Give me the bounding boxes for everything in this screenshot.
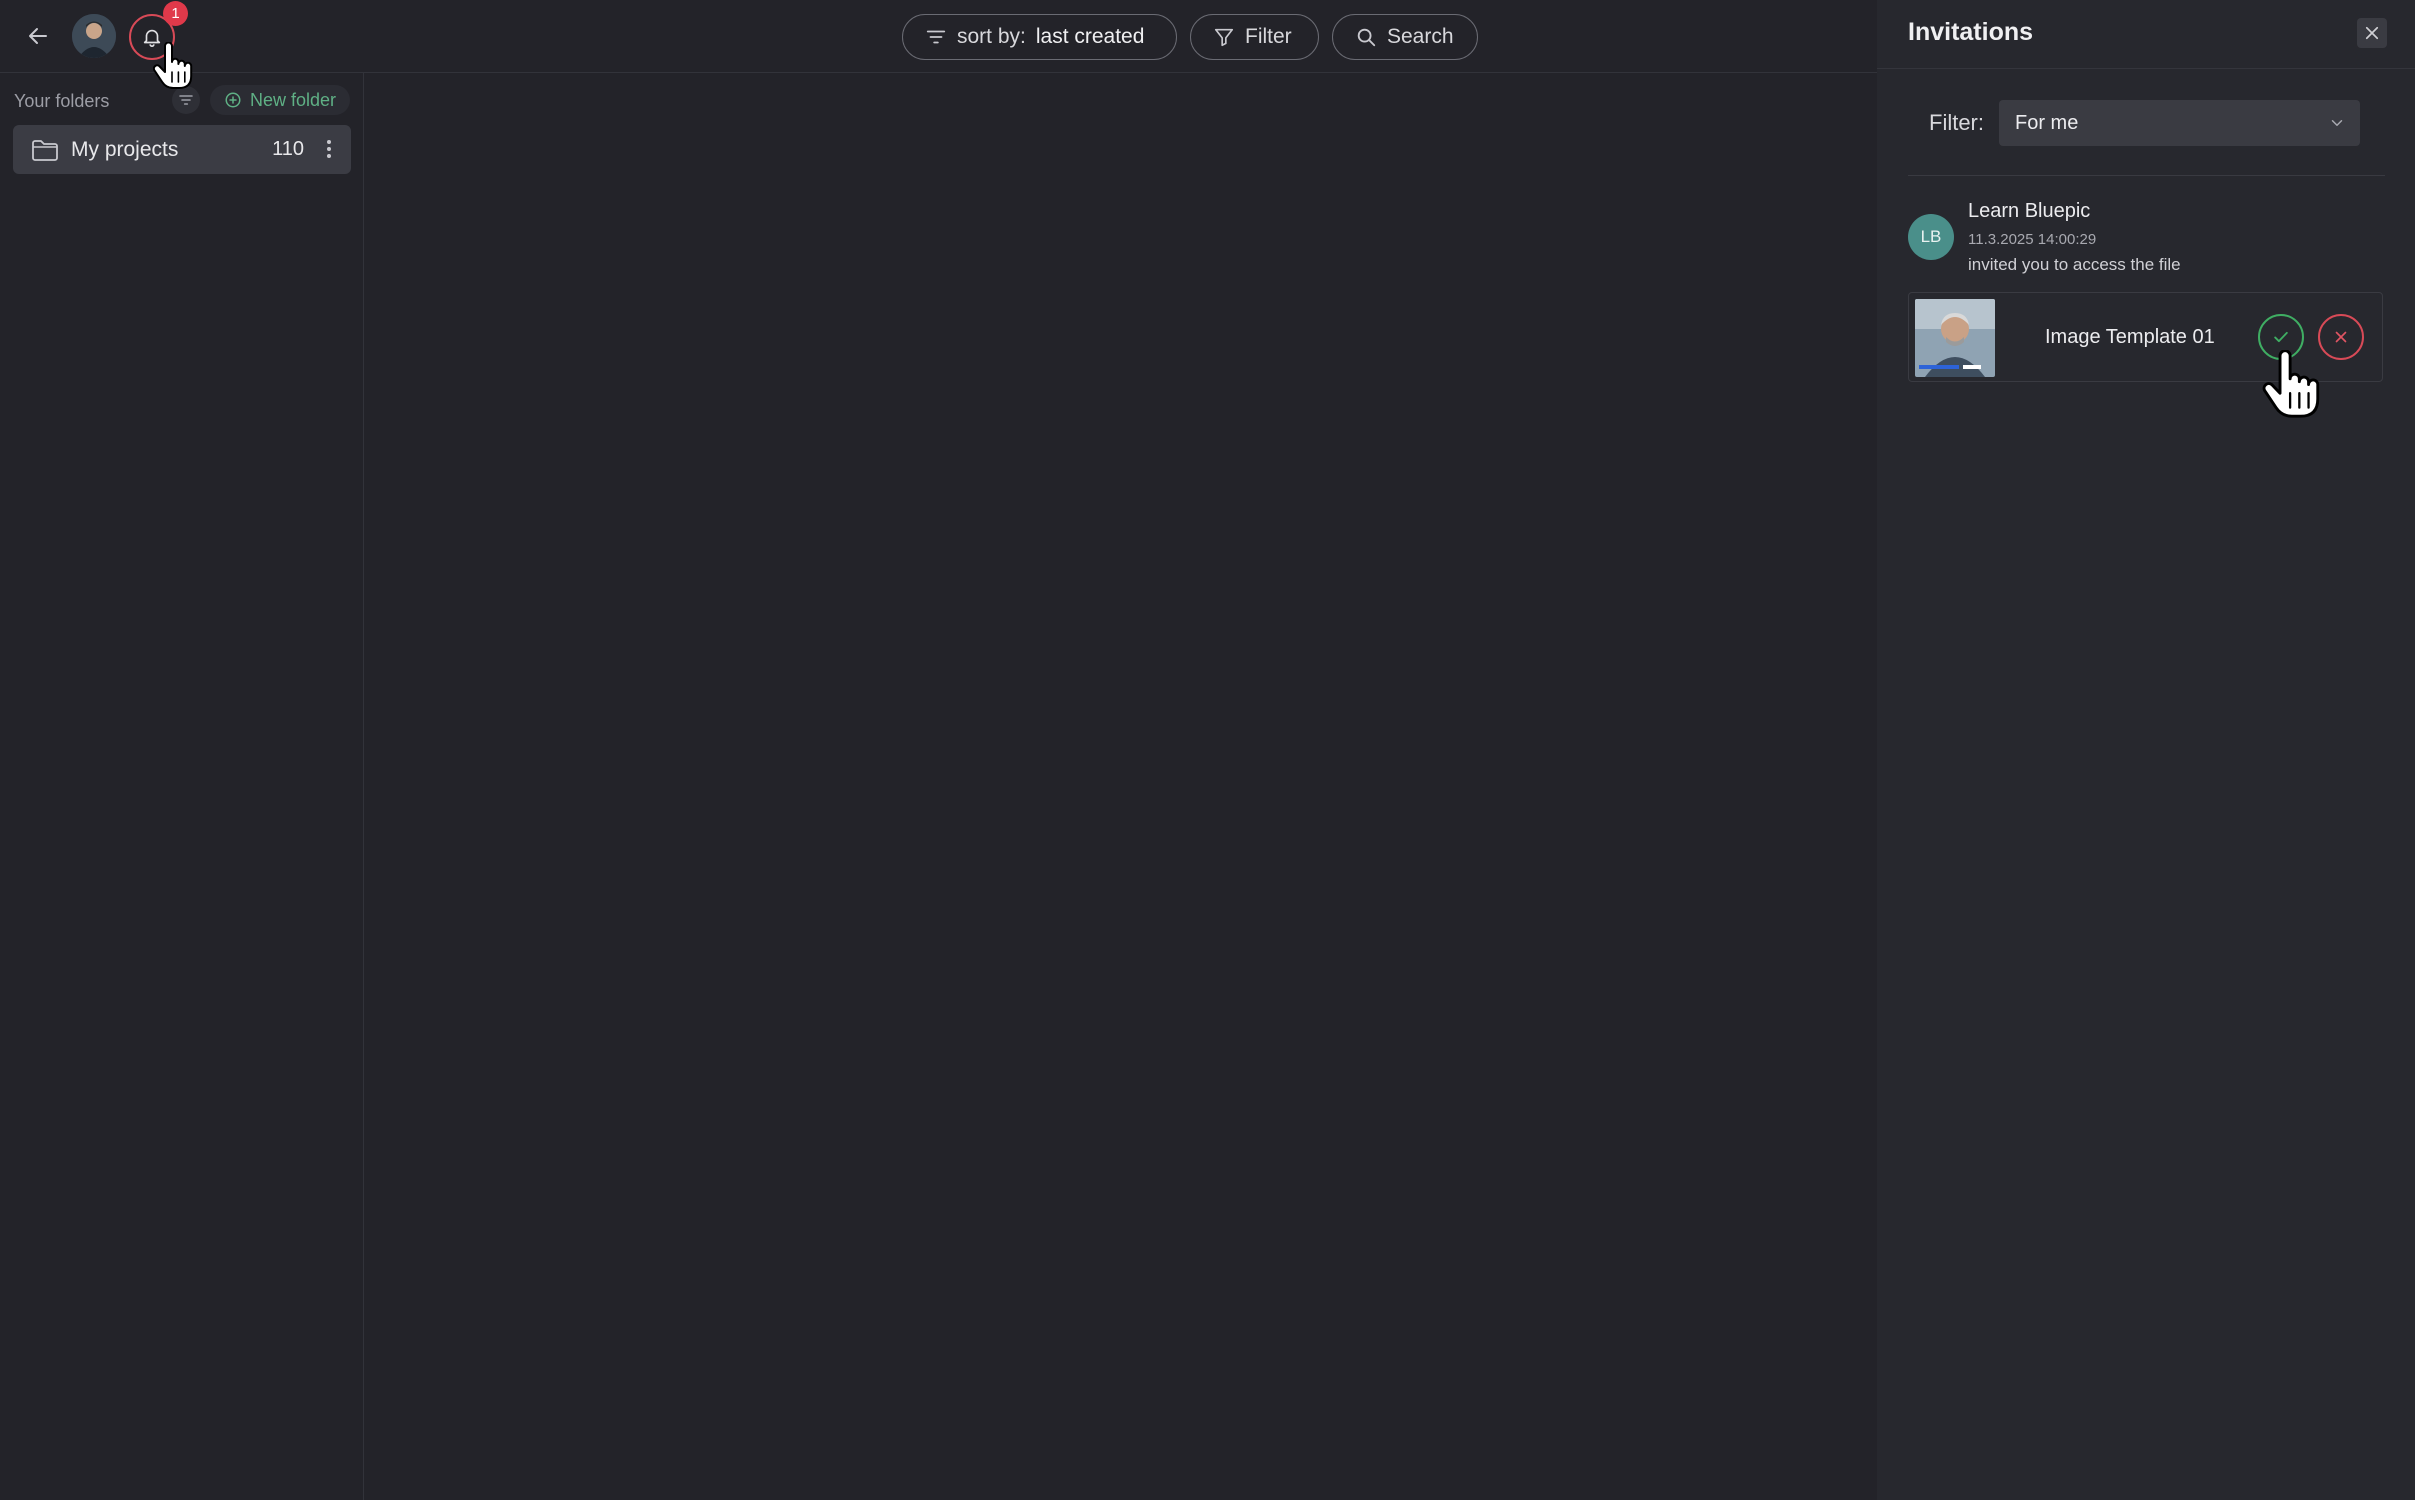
plus-circle-icon xyxy=(225,92,241,108)
chevron-down-icon xyxy=(2331,120,2343,126)
invitation-file-card: Image Template 01 xyxy=(1908,292,2383,382)
folders-heading: Your folders xyxy=(14,91,110,111)
bell-icon xyxy=(143,29,161,47)
sort-value: last created xyxy=(1035,25,1145,48)
folder-count: 110 xyxy=(272,138,304,160)
new-folder-label: New folder xyxy=(250,89,337,110)
accept-invitation-button[interactable] xyxy=(2258,314,2304,360)
close-panel-button[interactable] xyxy=(2357,18,2387,48)
search-button-label: Search xyxy=(1387,25,1454,48)
folder-name: My projects xyxy=(71,137,179,161)
sender-avatar: LB xyxy=(1908,214,1954,260)
sort-lines-icon xyxy=(179,95,193,105)
close-icon xyxy=(2365,26,2379,40)
file-name: Image Template 01 xyxy=(2045,326,2215,348)
panel-title: Invitations xyxy=(1908,18,2034,46)
new-folder-button[interactable]: New folder xyxy=(210,85,350,115)
sort-button[interactable]: sort by: last created xyxy=(902,14,1177,60)
sender-name: Learn Bluepic xyxy=(1968,200,2091,222)
folders-sidebar: Your folders New folder My projects 110 xyxy=(0,73,364,1500)
folder-icon xyxy=(32,139,58,161)
invite-message: invited you to access the file xyxy=(1968,255,2181,274)
funnel-icon xyxy=(1214,28,1234,47)
user-avatar[interactable] xyxy=(72,14,116,58)
top-bar: 1 sort by: last created Filter Search xyxy=(0,0,1877,73)
check-icon xyxy=(2274,331,2288,343)
divider xyxy=(1908,175,2385,176)
filter-label: Filter: xyxy=(1929,110,1984,135)
filter-selected-value: For me xyxy=(2015,111,2079,134)
divider xyxy=(1877,68,2415,69)
filter-button-label: Filter xyxy=(1245,25,1292,48)
folder-item-my-projects[interactable]: My projects 110 xyxy=(13,125,351,174)
filter-button[interactable]: Filter xyxy=(1190,14,1319,60)
invitation-filter-select[interactable]: For me xyxy=(1999,100,2360,146)
avatar-image xyxy=(72,14,116,58)
more-vertical-icon[interactable] xyxy=(322,137,336,161)
sort-lines-icon xyxy=(926,30,946,44)
invite-timestamp: 11.3.2025 14:00:29 xyxy=(1968,231,2097,248)
search-icon xyxy=(1357,28,1376,47)
decline-invitation-button[interactable] xyxy=(2318,314,2364,360)
arrow-left-icon xyxy=(29,28,47,44)
sort-label: sort by: xyxy=(957,25,1026,48)
x-icon xyxy=(2335,331,2347,343)
notification-badge: 1 xyxy=(163,1,188,26)
invitations-panel: Invitations Filter: For me LB Learn Blue… xyxy=(1877,0,2415,1500)
back-button[interactable] xyxy=(20,18,56,54)
sort-folders-button[interactable] xyxy=(172,86,200,114)
search-button[interactable]: Search xyxy=(1332,14,1478,60)
file-thumbnail xyxy=(1915,299,1995,377)
